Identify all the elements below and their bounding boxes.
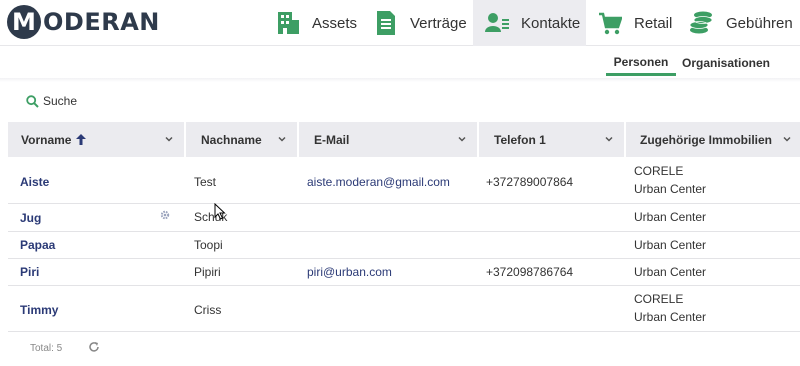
gear-icon[interactable] xyxy=(160,210,170,220)
cell-immobilie: CORELE xyxy=(634,292,684,306)
cell-immobilie: Urban Center xyxy=(634,210,707,224)
table-row[interactable]: Piri Pipiri piri@urban.com +372098786764… xyxy=(8,259,800,286)
refresh-icon[interactable] xyxy=(88,341,100,353)
cell-telefon: +372098786764 xyxy=(486,265,574,279)
cart-icon xyxy=(599,12,622,35)
cell-nachname: Test xyxy=(194,175,217,189)
cell-vorname[interactable]: Aiste xyxy=(20,175,49,189)
nav-label: Assets xyxy=(312,14,358,32)
column-header-telefon[interactable]: Telefon 1 xyxy=(479,122,626,157)
column-header-immobilien[interactable]: Zugehörige Immobilien xyxy=(626,122,800,157)
nav-item-vertraege[interactable]: Verträge xyxy=(364,0,473,46)
cell-email[interactable]: aiste.moderan@gmail.com xyxy=(307,175,450,189)
top-navigation-bar: M ODERAN Assets Verträge Kontakte Retail… xyxy=(0,0,800,46)
cell-nachname: Toopi xyxy=(194,238,223,252)
chevron-down-icon[interactable] xyxy=(782,134,792,144)
contacts-icon xyxy=(485,13,509,32)
nav-item-gebuehren[interactable]: Gebühren xyxy=(674,0,800,46)
chevron-down-icon[interactable] xyxy=(457,134,467,144)
tab-organisationen[interactable]: Organisationen xyxy=(676,50,776,76)
nav-item-kontakte[interactable]: Kontakte xyxy=(473,0,586,46)
cell-immobilie: Urban Center xyxy=(634,265,707,279)
logo-mark: M xyxy=(7,5,41,39)
column-header-email[interactable]: E-Mail xyxy=(299,122,479,157)
document-icon xyxy=(377,11,395,35)
table-header: Vorname Nachname E-Mail Telefon 1 Zugehö… xyxy=(8,122,800,157)
search-button[interactable]: Suche xyxy=(26,94,77,108)
cell-vorname[interactable]: Timmy xyxy=(20,303,58,317)
cell-nachname: Criss xyxy=(194,303,222,317)
nav-item-assets[interactable]: Assets xyxy=(262,0,364,46)
table-row[interactable]: Jug Schuk Urban Center xyxy=(8,204,800,232)
tab-personen[interactable]: Personen xyxy=(606,50,676,76)
cell-telefon: +372789007864 xyxy=(486,175,574,189)
cell-immobilie: Urban Center xyxy=(634,310,707,324)
mouse-cursor-icon xyxy=(214,203,226,220)
cell-vorname[interactable]: Papaa xyxy=(20,238,55,252)
moderan-logo[interactable]: M ODERAN xyxy=(7,5,160,39)
search-icon xyxy=(26,94,39,108)
cell-immobilie: Urban Center xyxy=(634,238,707,252)
cell-nachname: Pipiri xyxy=(194,265,221,279)
nav-label: Gebühren xyxy=(726,14,793,32)
column-header-vorname[interactable]: Vorname xyxy=(8,122,186,157)
chevron-down-icon[interactable] xyxy=(164,134,174,144)
building-icon xyxy=(278,12,299,34)
nav-label: Kontakte xyxy=(521,14,581,32)
cell-vorname[interactable]: Piri xyxy=(20,265,39,279)
nav-item-retail[interactable]: Retail xyxy=(586,0,674,46)
total-count: Total: 5 xyxy=(30,343,63,354)
column-header-nachname[interactable]: Nachname xyxy=(186,122,299,157)
cell-email[interactable]: piri@urban.com xyxy=(307,265,392,279)
table-row[interactable]: Timmy Criss CORELE Urban Center xyxy=(8,286,800,332)
search-label: Suche xyxy=(43,94,78,108)
logo-text: ODERAN xyxy=(43,8,160,36)
cell-vorname[interactable]: Jug xyxy=(20,211,41,225)
chevron-down-icon[interactable] xyxy=(277,134,287,144)
cell-immobilie: Urban Center xyxy=(634,182,707,196)
chevron-down-icon[interactable] xyxy=(604,134,614,144)
nav-label: Verträge xyxy=(410,14,467,32)
table-row[interactable]: Papaa Toopi Urban Center xyxy=(8,232,800,259)
cell-immobilie: CORELE xyxy=(634,164,684,178)
divider xyxy=(0,78,800,82)
sort-ascending-icon[interactable] xyxy=(76,134,87,145)
nav-label: Retail xyxy=(634,14,673,32)
coins-icon xyxy=(689,11,713,34)
table-row[interactable]: Aiste Test aiste.moderan@gmail.com +3727… xyxy=(8,157,800,204)
